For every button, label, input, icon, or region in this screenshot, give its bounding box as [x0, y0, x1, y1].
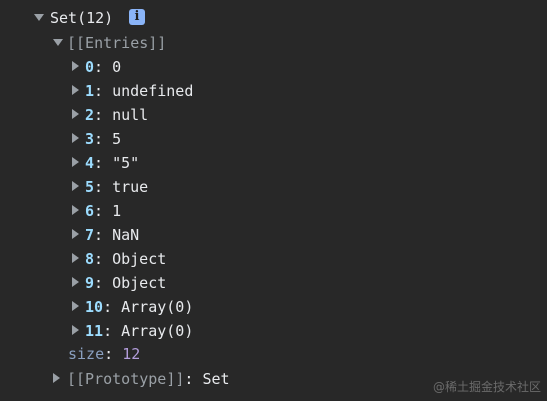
entry-value: "5": [112, 154, 140, 172]
size-row: size: 12: [0, 342, 140, 366]
entry-index: 1: [85, 82, 95, 100]
entry-index: 0: [85, 58, 95, 76]
size-key: size: [68, 345, 105, 363]
entries-group-row[interactable]: [[Entries]]: [0, 31, 166, 55]
entry-index: 2: [85, 106, 95, 124]
entry-index: 4: [85, 154, 95, 172]
set-root-row[interactable]: Set(12) i: [0, 6, 145, 30]
expand-triangle-right-icon[interactable]: [72, 127, 79, 151]
entry-index: 9: [85, 274, 95, 292]
expand-triangle-down-icon[interactable]: [34, 6, 44, 30]
entry-index: 5: [85, 178, 95, 196]
entry-value: null: [112, 106, 149, 124]
entry-value: NaN: [112, 226, 140, 244]
entry-property: 9: Object: [85, 274, 167, 292]
set-root-label: Set(12): [50, 9, 114, 27]
expand-triangle-right-icon[interactable]: [53, 367, 60, 391]
entry-property: 3: 5: [85, 130, 122, 148]
entry-value: undefined: [112, 82, 194, 100]
expand-triangle-right-icon[interactable]: [72, 247, 79, 271]
expand-triangle-right-icon[interactable]: [72, 295, 79, 319]
watermark: @稀土掘金技术社区: [432, 380, 541, 394]
entry-property: 5: true: [85, 178, 149, 196]
prototype-row[interactable]: [[Prototype]]: Set: [0, 367, 230, 391]
info-icon[interactable]: i: [129, 6, 145, 30]
entry-index: 10: [85, 298, 104, 316]
expand-triangle-right-icon[interactable]: [72, 223, 79, 247]
entry-index: 6: [85, 202, 95, 220]
entry-property: 8: Object: [85, 250, 167, 268]
entry-property: 11: Array(0): [85, 322, 194, 340]
prototype-value: Set: [202, 370, 230, 388]
entry-value: Array(0): [121, 322, 194, 340]
expand-triangle-right-icon[interactable]: [72, 319, 79, 343]
prototype-property: [[Prototype]]: Set: [67, 370, 230, 388]
entry-value: 1: [112, 202, 122, 220]
entry-property: 1: undefined: [85, 82, 194, 100]
entry-value: true: [112, 178, 149, 196]
entry-index: 11: [85, 322, 104, 340]
entry-property: 2: null: [85, 106, 149, 124]
expand-triangle-down-icon[interactable]: [53, 31, 63, 55]
entry-index: 3: [85, 130, 95, 148]
entry-value: Object: [112, 274, 167, 292]
size-property: size: 12: [68, 345, 141, 363]
expand-triangle-right-icon[interactable]: [72, 199, 79, 223]
expand-triangle-right-icon[interactable]: [72, 55, 79, 79]
prototype-key: [[Prototype]]: [67, 370, 185, 388]
entries-label: [[Entries]]: [67, 34, 167, 52]
entry-property: 4: "5": [85, 154, 140, 172]
entry-value: 0: [112, 58, 122, 76]
entry-property: 10: Array(0): [85, 298, 194, 316]
expand-triangle-right-icon[interactable]: [72, 103, 79, 127]
entry-index: 8: [85, 250, 95, 268]
expand-triangle-right-icon[interactable]: [72, 151, 79, 175]
entry-index: 7: [85, 226, 95, 244]
entry-property: 0: 0: [85, 58, 122, 76]
entry-property: 6: 1: [85, 202, 122, 220]
entry-value: Object: [112, 250, 167, 268]
entry-property: 7: NaN: [85, 226, 140, 244]
expand-triangle-right-icon[interactable]: [72, 175, 79, 199]
entry-value: Array(0): [121, 298, 194, 316]
expand-triangle-right-icon[interactable]: [72, 271, 79, 295]
size-value: 12: [122, 345, 141, 363]
entry-value: 5: [112, 130, 122, 148]
expand-triangle-right-icon[interactable]: [72, 79, 79, 103]
